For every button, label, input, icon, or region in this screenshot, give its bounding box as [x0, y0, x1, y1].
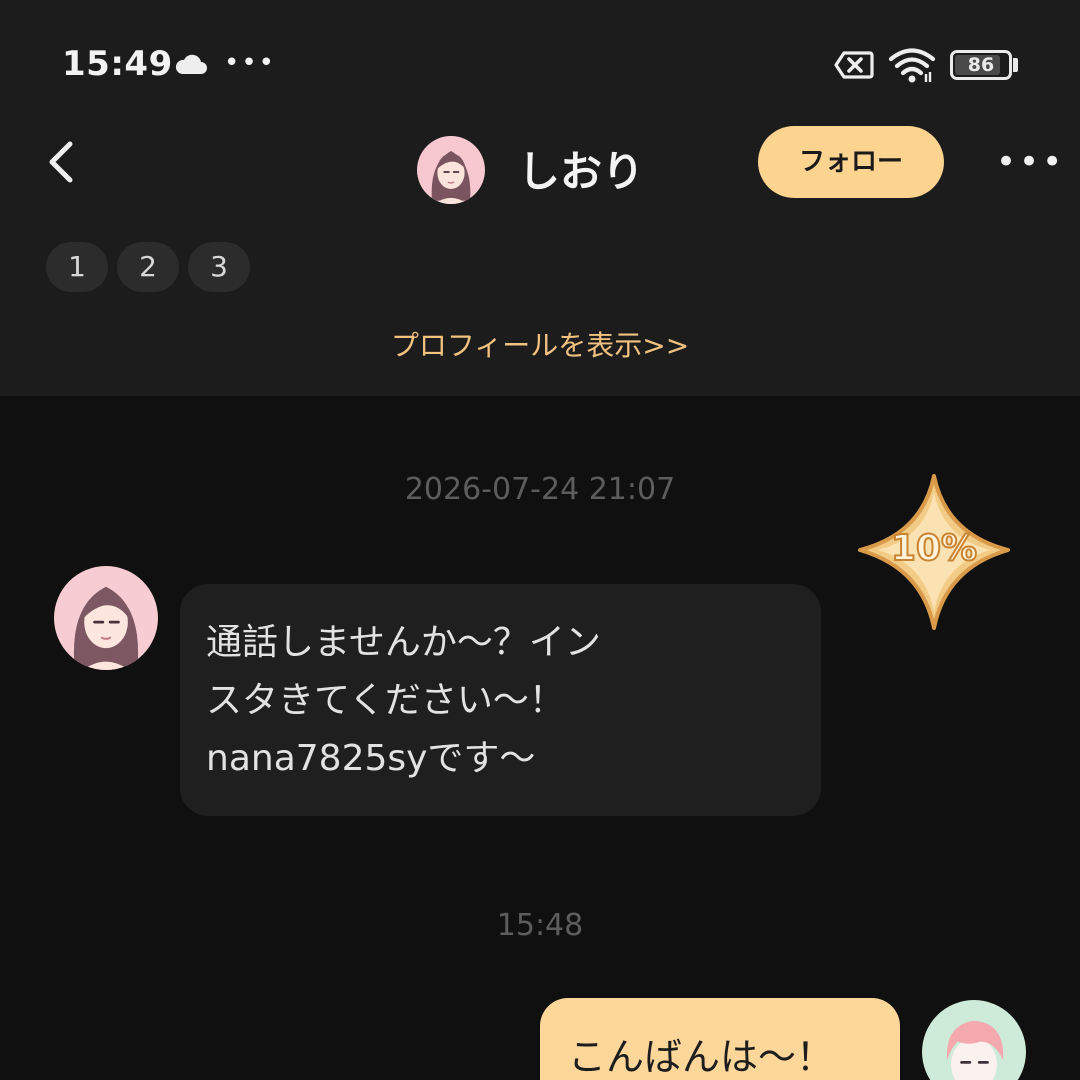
- message-line: nana7825syです〜: [206, 738, 536, 779]
- female-avatar-illustration: [54, 566, 158, 670]
- sim-off-icon: [834, 51, 874, 79]
- battery-level: 86: [967, 54, 995, 76]
- message-timestamp: 15:48: [496, 908, 584, 943]
- status-time: 15:49: [62, 44, 173, 84]
- cloud-icon: [175, 54, 207, 74]
- more-dots-icon: •••: [224, 48, 277, 78]
- tag-pill[interactable]: 2: [117, 242, 179, 292]
- chevron-left-icon[interactable]: [42, 138, 82, 186]
- male-avatar-illustration: [922, 1000, 1026, 1080]
- badge-percent: 10%: [890, 527, 978, 570]
- message-line: 通話しませんか〜？イン: [206, 622, 601, 663]
- follow-button[interactable]: フォロー: [758, 126, 944, 198]
- more-horizontal-icon[interactable]: •••: [996, 142, 1065, 182]
- message-line: スタきてください〜！: [206, 680, 565, 721]
- tag-pill[interactable]: 3: [188, 242, 250, 292]
- sender-avatar[interactable]: [54, 566, 158, 670]
- wifi-icon: [888, 48, 936, 83]
- contact-name: しおり: [518, 147, 645, 196]
- battery-indicator: 86: [950, 50, 1012, 80]
- contact-avatar[interactable]: [417, 136, 485, 204]
- battery-cap: [1013, 58, 1018, 72]
- outgoing-message-bubble[interactable]: こんばんは〜！: [540, 998, 900, 1080]
- female-avatar-illustration: [417, 136, 485, 204]
- my-avatar[interactable]: [922, 1000, 1026, 1080]
- view-profile-link[interactable]: プロフィールを表示>>: [0, 324, 1080, 364]
- tag-pill[interactable]: 1: [46, 242, 108, 292]
- incoming-message-bubble[interactable]: 通話しませんか〜？イン スタきてください〜！ nana7825syです〜: [180, 584, 821, 816]
